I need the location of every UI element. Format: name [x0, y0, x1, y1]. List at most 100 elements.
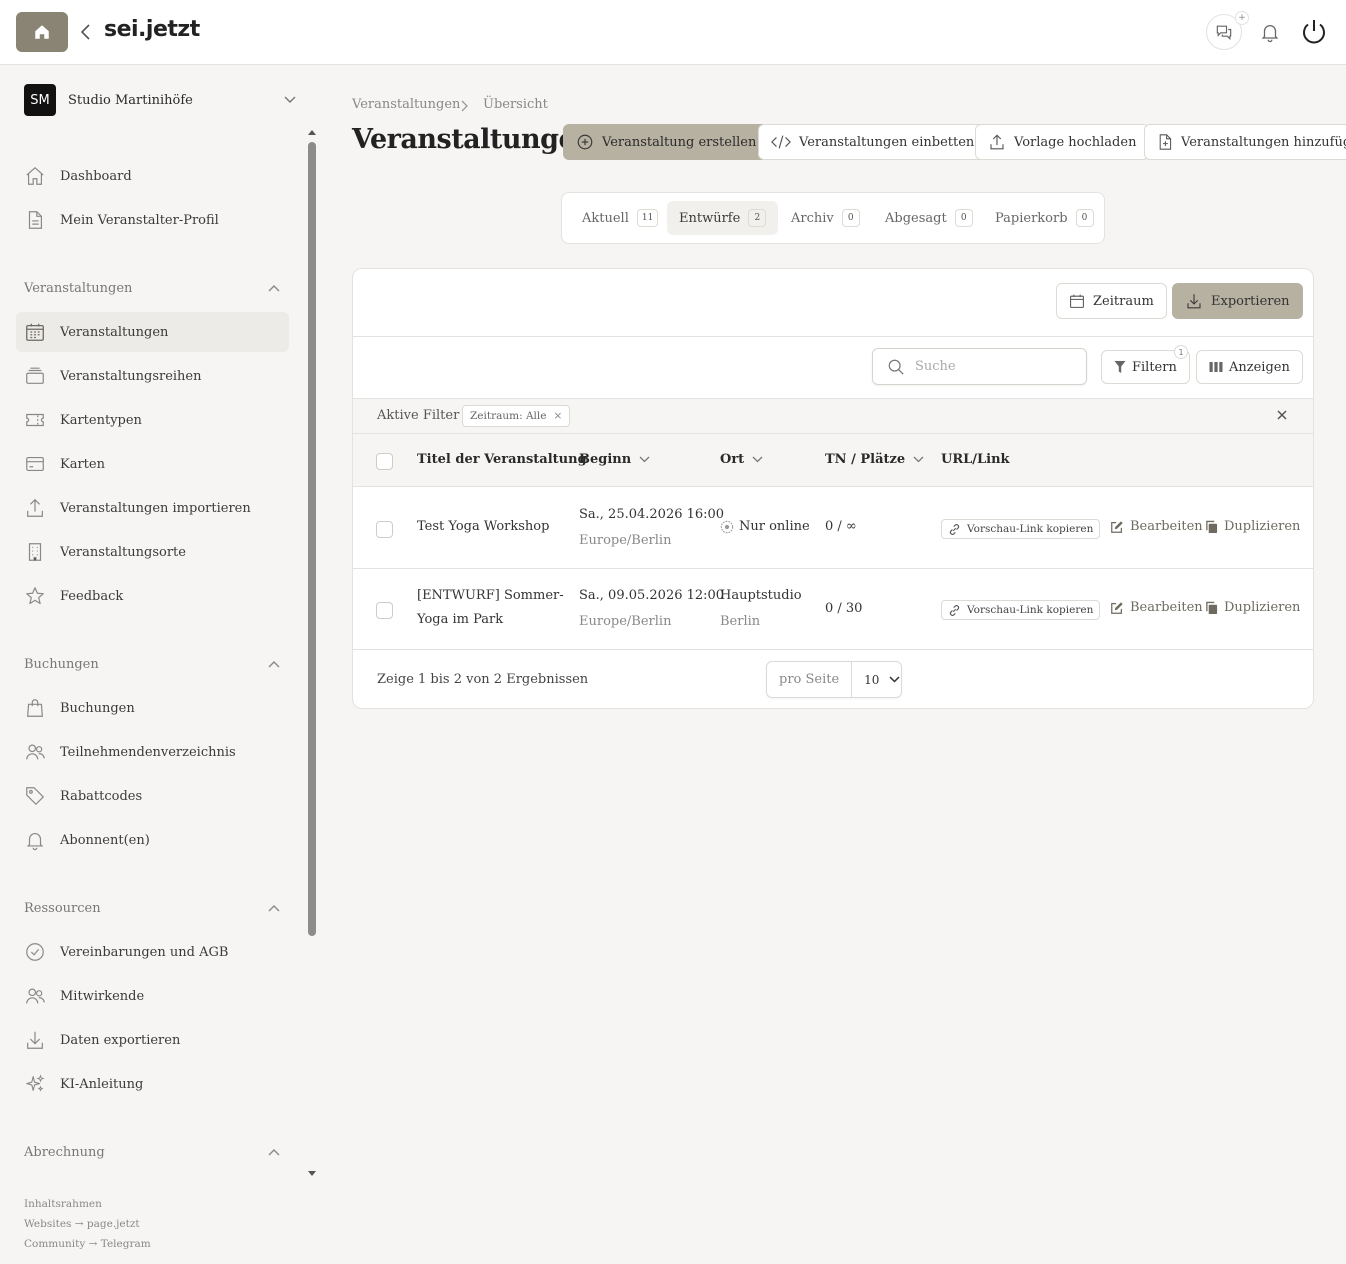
per-page-value[interactable]: 10 [852, 673, 900, 687]
sidebar-item-daten-exportieren[interactable]: Daten exportieren [16, 1020, 289, 1060]
scroll-down-arrow[interactable] [307, 1170, 317, 1178]
remove-filter-icon[interactable]: × [553, 410, 562, 422]
sidebar-item-profile[interactable]: Mein Veranstalter-Profil [16, 200, 289, 240]
sidebar-item-veranstaltungen[interactable]: Veranstaltungen [16, 312, 289, 352]
event-capacity: 0 / 30 [825, 601, 863, 616]
edit-button[interactable]: Bearbeiten [1110, 519, 1203, 534]
sidebar-item-kartentypen[interactable]: Kartentypen [16, 400, 289, 440]
sidebar-item-orte[interactable]: Veranstaltungsorte [16, 532, 289, 572]
sidebar-item-label: Dashboard [60, 168, 132, 184]
document-icon [24, 209, 46, 231]
sidebar-item-feedback[interactable]: Feedback [16, 576, 289, 616]
sidebar-item-karten[interactable]: Karten [16, 444, 289, 484]
sidebar-item-agb[interactable]: Vereinbarungen und AGB [16, 932, 289, 972]
clear-filters-icon[interactable] [1277, 410, 1287, 420]
filter-icon [1114, 360, 1126, 374]
sidebar-item-label: Teilnehmendenverzeichnis [60, 744, 236, 760]
tab-count-badge: 11 [636, 209, 659, 227]
add-events-button[interactable]: Veranstaltungen hinzufügen [1144, 124, 1346, 160]
row-checkbox[interactable] [376, 602, 393, 619]
footer-link-inhaltsrahmen[interactable]: Inhaltsrahmen [24, 1198, 102, 1210]
row-checkbox[interactable] [376, 521, 393, 538]
download-icon [1185, 292, 1203, 310]
tab-aktuell[interactable]: Aktuell 11 [570, 201, 670, 235]
event-title[interactable]: Test Yoga Workshop [417, 519, 549, 534]
embed-events-button[interactable]: Veranstaltungen einbetten [758, 124, 988, 160]
filter-label: Filtern [1132, 359, 1177, 375]
edit-button[interactable]: Bearbeiten [1110, 600, 1203, 615]
embed-events-label: Veranstaltungen einbetten [799, 134, 975, 150]
display-columns-button[interactable]: Anzeigen [1196, 350, 1303, 384]
sidebar-item-mitwirkende[interactable]: Mitwirkende [16, 976, 289, 1016]
sidebar-item-ki-anleitung[interactable]: KI-Anleitung [16, 1064, 289, 1104]
sidebar-item-label: Veranstaltungsreihen [60, 368, 202, 384]
column-title[interactable]: Titel der Veranstaltung [417, 452, 587, 467]
breadcrumb-veranstaltungen[interactable]: Veranstaltungen [352, 97, 460, 112]
tab-archiv[interactable]: Archiv 0 [779, 201, 872, 235]
export-button[interactable]: Exportieren [1172, 283, 1303, 319]
event-start: Sa., 09.05.2026 12:00 [579, 588, 725, 603]
copy-preview-link-button[interactable]: Vorschau-Link kopieren [941, 600, 1101, 620]
duplicate-button[interactable]: Duplizieren [1205, 600, 1300, 615]
section-veranstaltungen[interactable]: Veranstaltungen [24, 278, 280, 298]
sidebar-item-label: Veranstaltungen importieren [60, 500, 251, 516]
upload-template-button[interactable]: Vorlage hochladen [975, 124, 1150, 160]
footer-link-websites[interactable]: Websites → page.jetzt [24, 1218, 140, 1230]
create-event-button[interactable]: Veranstaltung erstellen [563, 124, 770, 160]
table-row: Test Yoga Workshop Sa., 25.04.2026 16:00… [353, 488, 1313, 569]
tab-entwuerfe[interactable]: Entwürfe 2 [667, 201, 779, 235]
org-avatar: SM [24, 84, 56, 116]
search-icon [887, 358, 905, 376]
search-field[interactable] [872, 348, 1087, 385]
sidebar-item-abonnenten[interactable]: Abonnent(en) [16, 820, 289, 860]
section-buchungen[interactable]: Buchungen [24, 654, 280, 674]
tab-label: Papierkorb [995, 210, 1068, 226]
period-button[interactable]: Zeitraum [1056, 283, 1167, 319]
section-abrechnung[interactable]: Abrechnung [24, 1142, 280, 1162]
event-title-line-2[interactable]: Yoga im Park [417, 612, 503, 627]
per-page-select[interactable]: pro Seite 10 [766, 661, 902, 698]
footer-link-community[interactable]: Community → Telegram [24, 1238, 151, 1250]
sidebar-item-veranstaltungsreihen[interactable]: Veranstaltungsreihen [16, 356, 289, 396]
select-all-checkbox[interactable] [376, 453, 393, 470]
event-title-line-1[interactable]: [ENTWURF] Sommer- [417, 588, 564, 603]
sidebar-item-dashboard[interactable]: Dashboard [16, 156, 289, 196]
column-capacity[interactable]: TN / Plätze [825, 452, 924, 467]
back-chevron-icon[interactable] [80, 23, 92, 41]
org-name: Studio Martinihöfe [68, 92, 193, 108]
link-label: Vorschau-Link kopieren [967, 604, 1094, 616]
logout-button[interactable] [1299, 17, 1329, 47]
sidebar-item-buchungen[interactable]: Buchungen [16, 688, 289, 728]
sidebar-item-label: Feedback [60, 588, 124, 604]
tab-papierkorb[interactable]: Papierkorb 0 [983, 201, 1106, 235]
scroll-up-arrow[interactable] [307, 128, 317, 136]
section-ressourcen[interactable]: Ressourcen [24, 898, 280, 918]
home-icon [35, 25, 49, 39]
tab-abgesagt[interactable]: Abgesagt 0 [873, 201, 985, 235]
breadcrumb-uebersicht: Übersicht [483, 97, 548, 112]
copy-preview-link-button[interactable]: Vorschau-Link kopieren [941, 519, 1101, 539]
power-icon [1303, 20, 1325, 44]
sidebar-scrollbar-thumb[interactable] [308, 142, 316, 936]
sparkle-icon [24, 1073, 46, 1095]
chevron-down-icon [639, 456, 650, 463]
organization-switcher[interactable]: SM Studio Martinihöfe [24, 84, 296, 116]
home-button[interactable] [16, 12, 68, 52]
sidebar-item-import[interactable]: Veranstaltungen importieren [16, 488, 289, 528]
duplicate-button[interactable]: Duplizieren [1205, 519, 1300, 534]
notifications-button[interactable] [1259, 21, 1281, 43]
calendar-icon [24, 321, 46, 343]
column-url: URL/Link [941, 452, 1010, 467]
per-page-label: pro Seite [767, 662, 853, 697]
active-filter-chip[interactable]: Zeitraum: Alle × [462, 405, 571, 427]
event-place: Nur online [720, 519, 810, 534]
sidebar-item-label: Vereinbarungen und AGB [60, 944, 229, 960]
column-start[interactable]: Beginn [579, 452, 650, 467]
star-icon [24, 585, 46, 607]
pagination-summary: Zeige 1 bis 2 von 2 Ergebnissen [377, 672, 589, 687]
sidebar-item-rabattcodes[interactable]: Rabattcodes [16, 776, 289, 816]
search-input[interactable] [915, 359, 1075, 374]
column-place[interactable]: Ort [720, 452, 763, 467]
sidebar-item-teilnehmende[interactable]: Teilnehmendenverzeichnis [16, 732, 289, 772]
brand-name[interactable]: sei.jetzt [104, 17, 200, 42]
